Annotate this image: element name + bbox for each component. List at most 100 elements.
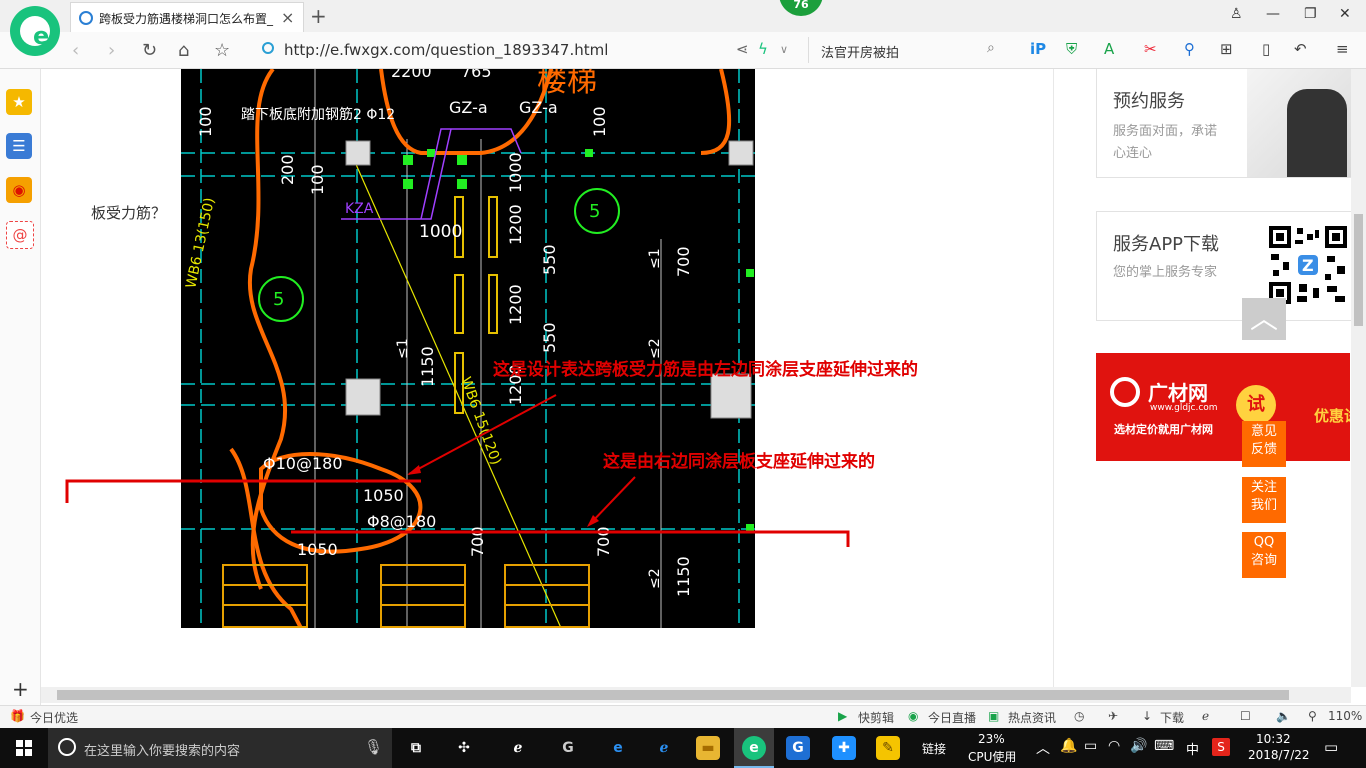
browser-e-outline-icon[interactable]: ℯ — [506, 736, 530, 760]
speed-mode-icon[interactable]: ϟ — [758, 40, 768, 58]
internet-explorer-icon[interactable]: ℯ — [652, 736, 676, 760]
windows-start-icon[interactable] — [16, 740, 32, 756]
links-toolbar[interactable]: 链接 — [922, 740, 946, 757]
tab-close-icon[interactable]: × — [281, 8, 294, 27]
weibo-icon[interactable]: ◉ — [6, 177, 32, 203]
menu-icon[interactable]: ≡ — [1336, 40, 1349, 58]
volume-tray-icon[interactable]: 🔊 — [1130, 738, 1147, 754]
active-browser-taskbar-item[interactable]: e — [734, 728, 774, 768]
search-box[interactable]: 法官开房被拍 ⌕ — [808, 37, 1009, 63]
volume-icon[interactable]: 🔈 — [1276, 709, 1291, 723]
glodon-blue-icon[interactable]: G — [786, 736, 810, 760]
minimize-button[interactable]: — — [1266, 6, 1280, 22]
undo-icon[interactable]: ↶ — [1294, 40, 1307, 58]
plus-app-icon[interactable]: ✚ — [832, 736, 856, 760]
browser-tab[interactable]: 跨板受力筋遇楼梯洞口怎么布置_ × — [70, 2, 304, 33]
favorites-star-icon[interactable]: ★ — [6, 89, 32, 115]
ad-brand: 广材网 — [1148, 381, 1208, 405]
battery-icon[interactable]: ▭ — [1084, 738, 1097, 754]
glodon-app-icon[interactable]: G — [556, 736, 580, 760]
back-icon[interactable]: ‹ — [72, 40, 79, 61]
back-to-top-button[interactable]: ︿ — [1242, 298, 1286, 340]
download-link[interactable]: 下载 — [1160, 709, 1184, 726]
share-icon[interactable]: ⋖ — [736, 40, 749, 58]
browser-e-icon[interactable]: ℯ — [1202, 709, 1209, 723]
annotation-right-text: 这是由右边同涂层板支座延伸过来的 — [603, 452, 875, 472]
clock-date[interactable]: 2018/7/22 — [1248, 748, 1310, 762]
fan-app-icon[interactable]: ✣ — [452, 736, 476, 760]
taskbar-search-box[interactable]: 在这里输入你要搜索的内容 🎙 — [48, 728, 392, 768]
sogou-ime-icon[interactable]: S — [1212, 738, 1230, 756]
card-title: 服务APP下载 — [1113, 234, 1220, 255]
notification-bell-icon[interactable]: 🔔 — [1060, 738, 1077, 754]
site-info-icon[interactable] — [262, 42, 274, 54]
translate-icon[interactable]: A — [1104, 40, 1114, 58]
hot-news-link[interactable]: 热点资讯 — [1008, 709, 1056, 726]
gift-icon[interactable]: 🎁 — [10, 709, 25, 723]
tray-expand-icon[interactable]: ︿ — [1036, 738, 1050, 758]
new-tab-icon[interactable]: + — [310, 4, 327, 28]
feedback-button[interactable]: 意见反馈 — [1242, 421, 1286, 467]
tablet-icon[interactable]: ▯ — [1262, 40, 1270, 58]
guangcai-ad-banner[interactable]: 广材网 www.gldjc.com 选材定价就用广材网 试 优惠试用 — [1096, 353, 1350, 461]
favorite-star-icon[interactable]: ☆ — [214, 40, 230, 61]
today-picks-link[interactable]: 今日优选 — [30, 709, 78, 726]
close-button[interactable]: ✕ — [1339, 6, 1351, 22]
home-icon[interactable]: ⌂ — [178, 40, 189, 61]
live-link[interactable]: 今日直播 — [928, 709, 976, 726]
maximize-button[interactable]: ❐ — [1304, 6, 1317, 22]
ime-indicator[interactable]: 中 — [1186, 739, 1199, 758]
speed-icon[interactable]: ◷ — [1074, 709, 1084, 723]
add-sidebar-icon[interactable]: + — [12, 677, 29, 701]
chevron-down-icon[interactable]: ∨ — [780, 43, 788, 56]
notification-badge[interactable]: 76 — [779, 0, 823, 16]
ad-domain: www.gldjc.com — [1150, 403, 1218, 413]
reading-list-icon[interactable]: ☰ — [6, 133, 32, 159]
vertical-scrollbar[interactable] — [1351, 69, 1366, 687]
horizontal-scrollbar[interactable] — [41, 687, 1351, 703]
magnifier-icon[interactable]: ⚲ — [1184, 40, 1195, 58]
logo-e-glyph: e — [33, 22, 50, 50]
quick-edit-link[interactable]: 快剪辑 — [858, 709, 894, 726]
forward-icon[interactable]: › — [108, 40, 115, 61]
microphone-icon[interactable]: 🎙 — [364, 738, 383, 756]
search-icon[interactable]: ⌕ — [987, 40, 995, 56]
download-icon: ↓ — [1142, 709, 1153, 723]
wifi-icon[interactable]: ◠ — [1108, 738, 1120, 754]
browser-app-icon: e — [742, 736, 766, 760]
follow-us-label: 关注我们 — [1250, 480, 1277, 513]
shield-icon[interactable]: ⛨ — [1066, 40, 1077, 58]
window-icon[interactable]: ☐ — [1240, 709, 1251, 723]
taskbar-search-input[interactable]: 在这里输入你要搜索的内容 — [84, 740, 240, 759]
url-field[interactable]: http://e.fwxgx.com/question_1893347.html — [284, 41, 608, 59]
file-explorer-icon[interactable]: ▬ — [696, 736, 720, 760]
qq-consult-button[interactable]: QQ咨询 — [1242, 532, 1286, 578]
notes-app-icon[interactable]: ✎ — [876, 736, 900, 760]
keyboard-icon[interactable]: ⌨ — [1154, 738, 1174, 754]
zoom-level[interactable]: 110% — [1328, 709, 1362, 723]
zoom-icon[interactable]: ⚲ — [1308, 709, 1317, 723]
pin-icon[interactable]: ✈ — [1108, 709, 1118, 723]
service-card-app[interactable]: 服务APP下载 您的掌上服务专家 Z — [1096, 211, 1351, 321]
clock-time[interactable]: 10:32 — [1256, 732, 1291, 746]
qr-code-image: Z — [1269, 226, 1347, 304]
action-center-icon[interactable]: ▭ — [1324, 738, 1338, 756]
email-icon[interactable]: @ — [6, 221, 34, 249]
service-card-booking[interactable]: 预约服务 服务面对面，承诺心连心 — [1096, 69, 1351, 178]
tab-title: 跨板受力筋遇楼梯洞口怎么布置_ — [99, 12, 274, 26]
apps-grid-icon[interactable]: ⊞ — [1220, 40, 1233, 58]
tab-favicon-icon — [79, 11, 93, 25]
ip-tool-icon[interactable]: iP — [1030, 40, 1046, 58]
follow-us-button[interactable]: 关注我们 — [1242, 477, 1286, 523]
svg-text:Z: Z — [1302, 256, 1314, 275]
refresh-icon[interactable]: ↻ — [142, 40, 157, 61]
edge-icon[interactable]: e — [606, 736, 630, 760]
scissors-icon[interactable]: ✂ — [1144, 40, 1157, 58]
vertical-scroll-thumb[interactable] — [1354, 214, 1363, 326]
skin-icon[interactable]: ♙ — [1230, 6, 1243, 22]
browser-logo-icon[interactable]: e — [10, 6, 60, 56]
search-input[interactable]: 法官开房被拍 — [821, 42, 899, 61]
task-view-icon[interactable]: ⧉ — [404, 736, 428, 760]
qr-svg: Z — [1269, 226, 1347, 304]
horizontal-scroll-thumb[interactable] — [57, 690, 1289, 700]
